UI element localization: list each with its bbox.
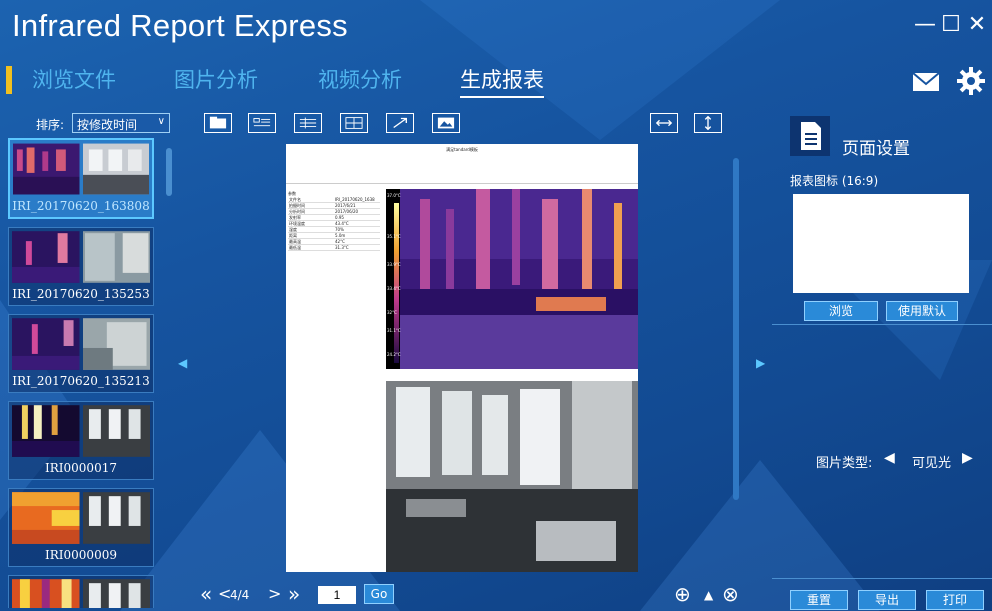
report-preview[interactable]: 满足tandard模板 参数 文件名 IRI_20170620_1638 拍摄时间… [286,144,638,572]
infrared-thumbnail [13,143,80,195]
zoom-in-icon[interactable]: ⊕ [674,582,691,606]
last-page-button[interactable]: » [288,582,300,606]
close-button[interactable]: ✕ [966,14,988,36]
image-type-value: 可见光 [912,456,952,471]
next-page-button[interactable]: > [268,584,281,603]
thumbnail-label: IRI_20170620_135253 [12,287,150,301]
preview-scrollbar[interactable] [733,158,739,500]
infrared-thumbnail [12,318,80,370]
scale-tick: 37.0°C [387,193,401,198]
report-logo-label: 报表图标 (16:9) [790,174,879,188]
tab-browse-files[interactable]: 浏览文件 [32,64,116,94]
scale-tick: 24.2°C [387,352,401,357]
image-type-prev-icon[interactable]: ◀ [884,450,895,466]
tab-video-analysis[interactable]: 视频分析 [318,64,402,94]
sort-dropdown[interactable]: 按修改时间 ∨ [72,113,170,133]
use-default-button[interactable]: 使用默认 [886,301,958,321]
page-settings-icon [790,116,830,156]
fit-height-icon[interactable] [694,113,722,133]
thumbnail-item[interactable]: IRI_20170620_135213 [8,314,154,393]
image-type-label: 图片类型: [816,456,873,471]
table-row: 最低温 31.3°C [288,245,380,251]
table-rows-icon[interactable] [294,113,322,133]
tab-generate-report[interactable]: 生成报表 [460,64,544,98]
infrared-thumbnail [12,492,80,544]
reset-button[interactable]: 重置 [790,590,848,610]
thumbnail-item[interactable]: IRI_20170620_135253 [8,227,154,306]
tab-marker [6,66,12,94]
first-page-button[interactable]: « [200,582,212,606]
scale-tick: 35.1°C [387,234,401,239]
temperature-scale-bar [386,189,400,369]
collapse-right-icon[interactable]: ▶ [756,356,765,370]
divider [772,578,992,579]
parameter-table-header: 参数 [288,191,296,196]
thumbnail-item[interactable]: IRI_20170620_163808 [8,138,154,219]
visible-thumbnail [82,405,150,457]
close-zoom-icon[interactable]: ⊗ [722,582,739,606]
go-button[interactable]: Go [364,584,394,604]
thumbnail-label: IRI0000017 [45,461,117,475]
sort-value: 按修改时间 [77,118,138,132]
arrow-icon[interactable] [386,113,414,133]
page-settings-title: 页面设置 [842,139,910,159]
infrared-thumbnail [12,579,80,608]
report-header: 满足tandard模板 [286,144,638,184]
visible-thumbnail [82,318,150,370]
thumbnail-item[interactable]: IRI0000009 [8,488,154,567]
thumbnail-list: IRI_20170620_163808 IRI_20170620_135253 … [8,138,154,608]
chevron-down-icon: ∨ [157,116,165,127]
infrared-thumbnail [12,405,80,457]
title-bar: Infrared Report Express — ☐ ✕ [0,0,992,52]
page-count: 4/4 [230,588,250,602]
page-input[interactable] [318,586,356,604]
scroll-up-icon[interactable]: ▲ [704,588,713,602]
visible-thumbnail [82,143,149,195]
table-grid-icon[interactable] [340,113,368,133]
tab-image-analysis[interactable]: 图片分析 [174,64,258,94]
minimize-button[interactable]: — [914,14,936,36]
scale-tick: 31.1°C [387,328,401,333]
thumbnail-label: IRI_20170620_135213 [12,374,150,388]
thumbnail-item[interactable] [8,575,154,608]
thumbnail-scrollbar[interactable] [166,148,172,196]
report-logo-preview [793,194,969,293]
maximize-button[interactable]: ☐ [940,14,962,36]
visible-thumbnail [82,492,150,544]
scale-tick: 33.9°C [387,262,401,267]
infrared-image [386,189,638,369]
text-block-icon[interactable] [248,113,276,133]
thumbnail-label: IRI_20170620_163808 [12,199,150,213]
thumbnail-item[interactable]: IRI0000017 [8,401,154,480]
scale-tick: 33.4°C [387,286,401,291]
visible-thumbnail [82,579,150,608]
scale-tick: 32°C [387,310,397,315]
gear-icon[interactable] [956,66,986,96]
print-button[interactable]: 打印 [926,590,984,610]
sort-label: 排序: [36,118,65,132]
divider [772,324,992,325]
parameter-table: 参数 文件名 IRI_20170620_1638 拍摄时间 2017/6/21 分析… [288,190,380,251]
fit-width-icon[interactable] [650,113,678,133]
collapse-left-icon[interactable]: ◀ [178,356,187,370]
infrared-thumbnail [12,231,80,283]
app-title: Infrared Report Express [12,8,348,43]
thumbnail-label: IRI0000009 [45,548,117,562]
browse-button[interactable]: 浏览 [804,301,878,321]
image-icon[interactable] [432,113,460,133]
report-title: 满足tandard模板 [446,147,478,152]
visible-light-image [386,381,638,572]
visible-thumbnail [82,231,150,283]
image-type-next-icon[interactable]: ▶ [962,450,973,466]
folder-icon[interactable] [204,113,232,133]
export-button[interactable]: 导出 [858,590,916,610]
mail-icon[interactable] [912,72,940,92]
